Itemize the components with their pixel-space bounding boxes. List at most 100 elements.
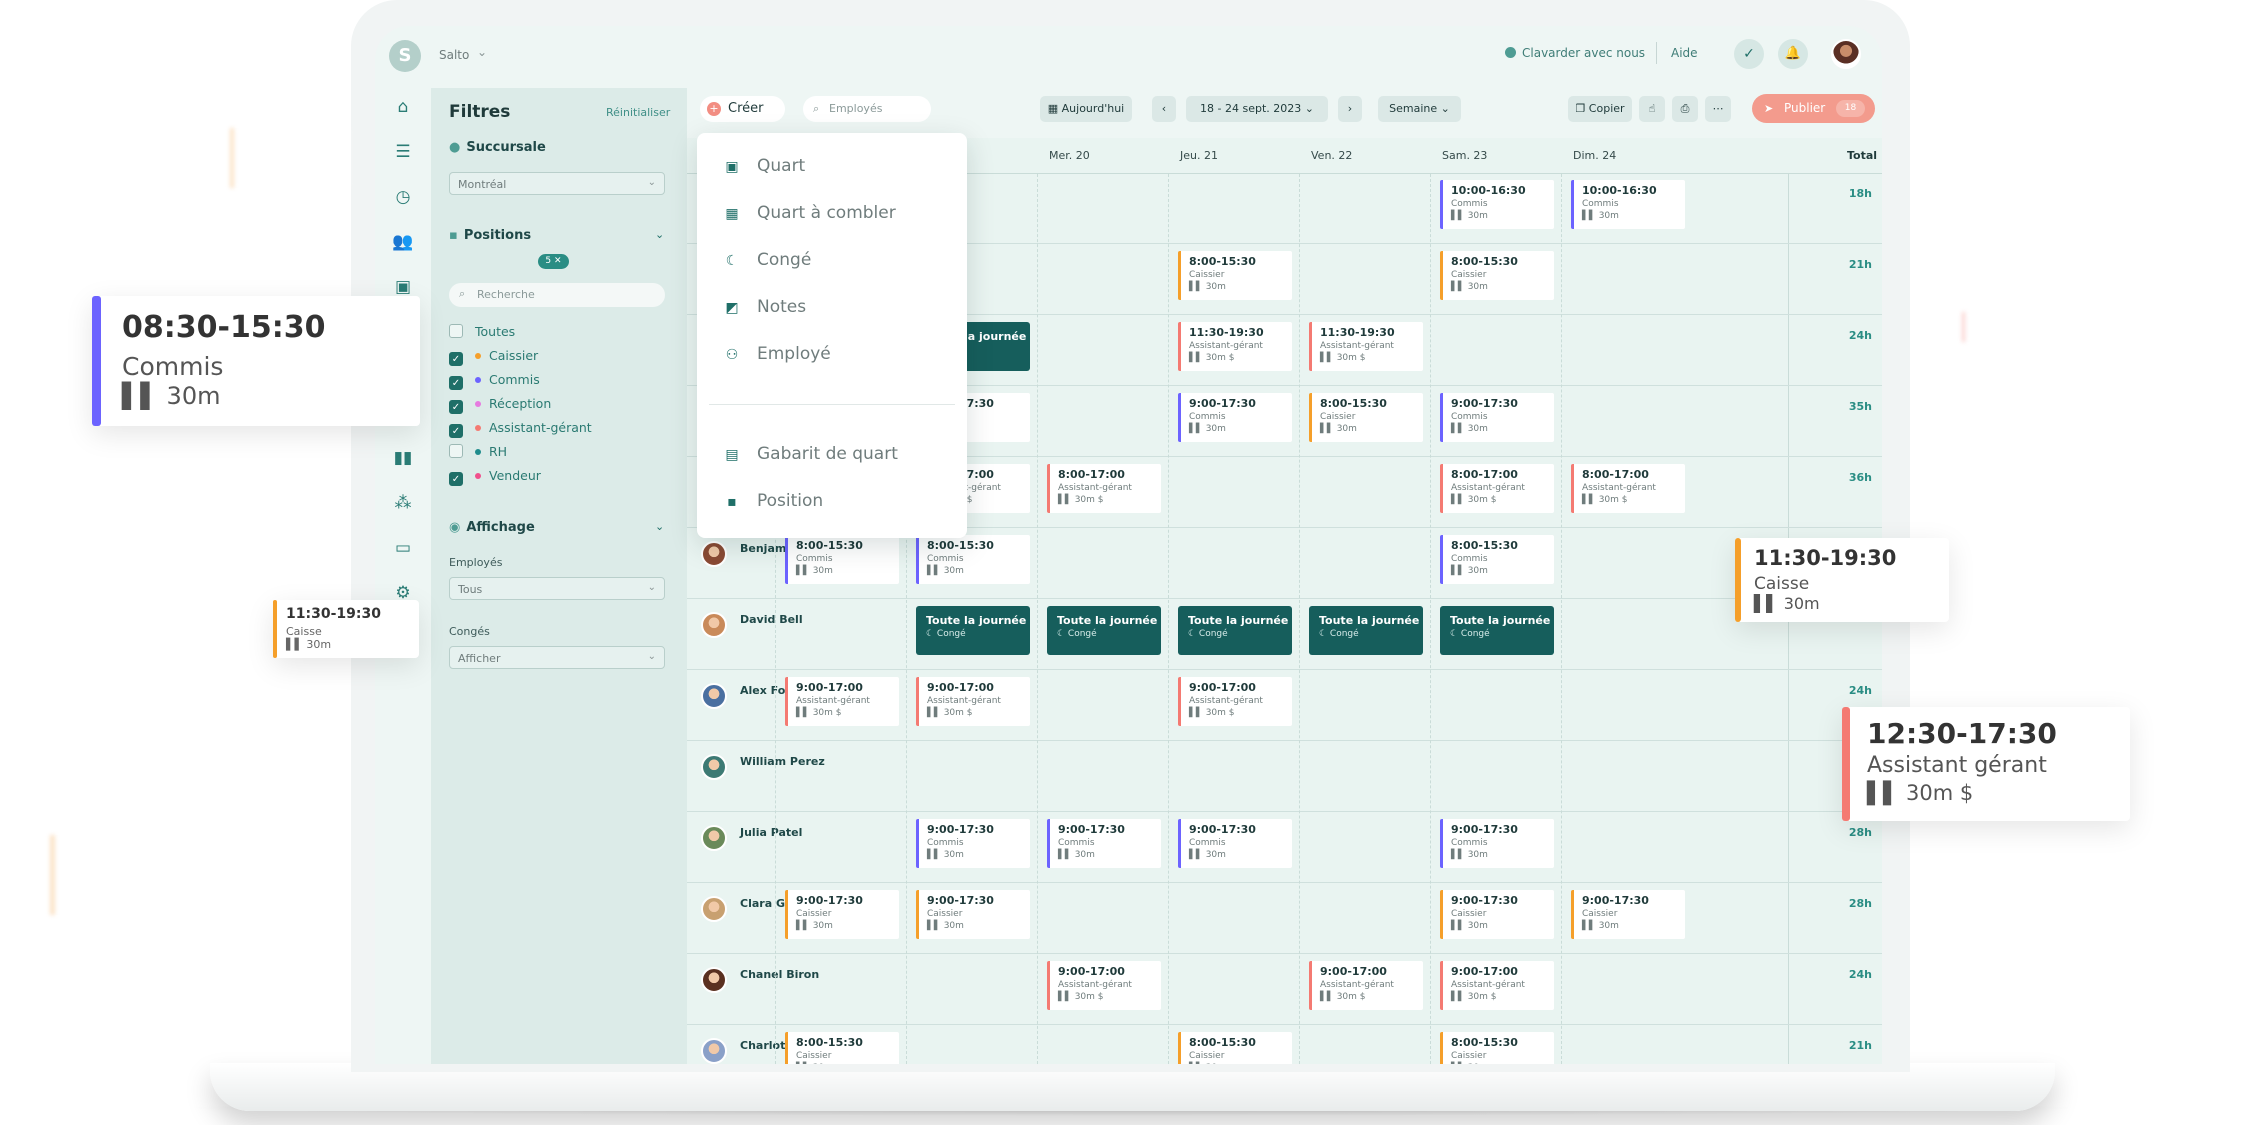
shift-block[interactable]: 11:30-19:30 Assistant-gérant ▌▌ 30m $ bbox=[1309, 322, 1423, 371]
check-icon[interactable]: ✓ bbox=[1734, 39, 1764, 69]
publish-button[interactable]: ➤ Publier 18 bbox=[1752, 94, 1875, 123]
shift-block[interactable]: 9:00-17:30 Caissier ▌▌ 30m bbox=[1440, 890, 1554, 939]
positions-count-badge[interactable]: 5 ✕ bbox=[538, 254, 569, 269]
positions-search-input[interactable]: ⌕ Recherche bbox=[449, 283, 665, 307]
shift-block[interactable]: 8:00-15:30Caissier▌▌ 30m bbox=[785, 1032, 899, 1064]
chat-link[interactable]: Clavarder avec nous bbox=[1505, 46, 1645, 60]
user-avatar[interactable] bbox=[1831, 39, 1861, 69]
chevron-down-icon[interactable]: ⌄ bbox=[655, 520, 664, 533]
users-icon[interactable]: 👥 bbox=[390, 229, 416, 255]
menu-item-leave[interactable]: ☾ Congé bbox=[723, 250, 812, 270]
more-icon[interactable]: ⋯ bbox=[1705, 96, 1731, 122]
shift-block[interactable]: 8:00-15:30 Commis ▌▌ 30m bbox=[785, 535, 899, 584]
avatar[interactable] bbox=[701, 896, 727, 922]
shift-block[interactable]: 10:00-16:30 Commis ▌▌ 30m bbox=[1440, 180, 1554, 229]
shift-block[interactable]: 11:30-19:30 Assistant-gérant ▌▌ 30m $ bbox=[1178, 322, 1292, 371]
today-button[interactable]: ▦ Aujourd'hui bbox=[1040, 96, 1132, 122]
leave-block[interactable]: Toute la journée ☾ Congé bbox=[916, 606, 1030, 655]
menu-item-position[interactable]: ▪ Position bbox=[723, 491, 823, 511]
checkbox-checked-icon[interactable]: ✓ bbox=[449, 352, 463, 366]
leave-block[interactable]: Toute la journée ☾ Congé bbox=[1309, 606, 1423, 655]
schedule-icon[interactable]: ☰ bbox=[390, 139, 416, 165]
checkbox-checked-icon[interactable]: ✓ bbox=[449, 376, 463, 390]
shift-block[interactable]: 9:00-17:00 Assistant-gérant ▌▌ 30m $ bbox=[1440, 961, 1554, 1010]
position-filter-1[interactable]: ✓ Caissier bbox=[449, 348, 538, 366]
shift-block[interactable]: 9:00-17:30 Caissier ▌▌ 30m bbox=[1571, 890, 1685, 939]
checkbox-checked-icon[interactable]: ✓ bbox=[449, 472, 463, 486]
modules-icon[interactable]: ⁂ bbox=[390, 490, 416, 516]
menu-item-shift[interactable]: ▣ Quart bbox=[723, 156, 805, 176]
position-filter-3[interactable]: ✓ Réception bbox=[449, 396, 551, 414]
shift-block[interactable]: 9:00-17:30 Commis ▌▌ 30m bbox=[1178, 819, 1292, 868]
avatar[interactable] bbox=[701, 967, 727, 993]
chevron-down-icon[interactable]: ⌄ bbox=[477, 45, 487, 59]
employee-name[interactable]: William Perez bbox=[740, 755, 825, 768]
shift-block[interactable]: 10:00-16:30 Commis ▌▌ 30m bbox=[1571, 180, 1685, 229]
position-filter-0[interactable]: Toutes bbox=[449, 324, 515, 340]
checkbox-empty-icon[interactable] bbox=[449, 324, 463, 338]
home-icon[interactable]: ⌂ bbox=[390, 94, 416, 120]
shift-block[interactable]: 8:00-15:30Caissier▌▌ 30m bbox=[1440, 251, 1554, 300]
shift-block[interactable]: 9:00-17:30 Caissier ▌▌ 30m bbox=[916, 890, 1030, 939]
employee-name[interactable]: Chanel Biron bbox=[740, 968, 819, 981]
employee-search-input[interactable]: ⌕ Employés bbox=[803, 96, 931, 122]
position-filter-2[interactable]: ✓ Commis bbox=[449, 372, 540, 390]
branch-select[interactable]: Montréal ⌄ bbox=[449, 172, 665, 195]
shift-block[interactable]: 8:00-15:30 Commis ▌▌ 30m bbox=[1440, 535, 1554, 584]
avatar[interactable] bbox=[701, 1038, 727, 1064]
leave-block[interactable]: Toute la journée ☾ Congé bbox=[1047, 606, 1161, 655]
prev-week-button[interactable]: ‹ bbox=[1152, 96, 1176, 122]
menu-item-employee[interactable]: ⚇ Employé bbox=[723, 344, 831, 364]
shift-block[interactable]: 8:00-15:30Caissier▌▌ 30m bbox=[1309, 393, 1423, 442]
shift-block[interactable]: 8:00-15:30 Commis ▌▌ 30m bbox=[916, 535, 1030, 584]
shift-block[interactable]: 9:00-17:00 Assistant-gérant ▌▌ 30m $ bbox=[916, 677, 1030, 726]
avatar[interactable] bbox=[701, 612, 727, 638]
position-filter-5[interactable]: RH bbox=[449, 444, 507, 460]
checkbox-checked-icon[interactable]: ✓ bbox=[449, 400, 463, 414]
copy-button[interactable]: ❐ Copier bbox=[1568, 96, 1632, 122]
shift-block[interactable]: 9:00-17:30 Commis ▌▌ 30m bbox=[916, 819, 1030, 868]
help-link[interactable]: Aide bbox=[1671, 46, 1698, 60]
avatar[interactable] bbox=[701, 754, 727, 780]
shift-block[interactable]: 8:00-17:00 Assistant-gérant ▌▌ 30m $ bbox=[1047, 464, 1161, 513]
shift-block[interactable]: 8:00-15:30Caissier▌▌ 30m bbox=[1178, 251, 1292, 300]
shift-block[interactable]: 9:00-17:00 Assistant-gérant ▌▌ 30m $ bbox=[1178, 677, 1292, 726]
clock-icon[interactable]: ◷ bbox=[390, 184, 416, 210]
print-icon[interactable]: ⎙ bbox=[1672, 96, 1698, 122]
touch-icon[interactable]: ☝ bbox=[1639, 96, 1665, 122]
shift-block[interactable]: 9:00-17:00 Assistant-gérant ▌▌ 30m $ bbox=[785, 677, 899, 726]
reports-icon[interactable]: ▮▮ bbox=[390, 445, 416, 471]
shift-block[interactable]: 9:00-17:30 Commis ▌▌ 30m bbox=[1178, 393, 1292, 442]
org-logo[interactable]: S bbox=[389, 40, 421, 72]
shift-block[interactable]: 9:00-17:30 Commis ▌▌ 30m bbox=[1440, 393, 1554, 442]
shift-block[interactable]: 9:00-17:30 Commis ▌▌ 30m bbox=[1047, 819, 1161, 868]
shift-block[interactable]: 8:00-15:30Caissier▌▌ 30m bbox=[1440, 1032, 1554, 1064]
create-button[interactable]: + Créer bbox=[700, 96, 785, 122]
view-select[interactable]: Semaine ⌄ bbox=[1378, 96, 1461, 122]
shift-block[interactable]: 8:00-17:00 Assistant-gérant ▌▌ 30m $ bbox=[1440, 464, 1554, 513]
org-switcher[interactable]: Salto bbox=[439, 48, 469, 62]
card-icon[interactable]: ▭ bbox=[390, 535, 416, 561]
avatar[interactable] bbox=[701, 825, 727, 851]
employee-name[interactable]: David Bell bbox=[740, 613, 803, 626]
position-filter-6[interactable]: ✓ Vendeur bbox=[449, 468, 541, 486]
checkbox-checked-icon[interactable]: ✓ bbox=[449, 424, 463, 438]
shift-block[interactable]: 9:00-17:30 Commis ▌▌ 30m bbox=[1440, 819, 1554, 868]
menu-item-notes[interactable]: ◩ Notes bbox=[723, 297, 806, 317]
next-week-button[interactable]: › bbox=[1338, 96, 1362, 122]
shift-block[interactable]: 9:00-17:30 Caissier ▌▌ 30m bbox=[785, 890, 899, 939]
reset-filters-button[interactable]: Réinitialiser bbox=[606, 106, 670, 119]
avatar[interactable] bbox=[701, 541, 727, 567]
checkbox-empty-icon[interactable] bbox=[449, 444, 463, 458]
position-filter-4[interactable]: ✓ Assistant-gérant bbox=[449, 420, 592, 438]
leave-block[interactable]: Toute la journée ☾ Congé bbox=[1440, 606, 1554, 655]
chevron-down-icon[interactable]: ⌄ bbox=[655, 228, 664, 241]
avatar[interactable] bbox=[701, 683, 727, 709]
employees-select[interactable]: Tous ⌄ bbox=[449, 577, 665, 600]
date-range-select[interactable]: 18 - 24 sept. 2023 ⌄ bbox=[1186, 96, 1328, 122]
employee-name[interactable]: Julia Patel bbox=[740, 826, 802, 839]
shift-block[interactable]: 8:00-17:00 Assistant-gérant ▌▌ 30m $ bbox=[1571, 464, 1685, 513]
shift-block[interactable]: 9:00-17:00 Assistant-gérant ▌▌ 30m $ bbox=[1309, 961, 1423, 1010]
menu-item-shift-template[interactable]: ▤ Gabarit de quart bbox=[723, 444, 898, 464]
menu-item-open-shift[interactable]: ▦ Quart à combler bbox=[723, 203, 895, 223]
